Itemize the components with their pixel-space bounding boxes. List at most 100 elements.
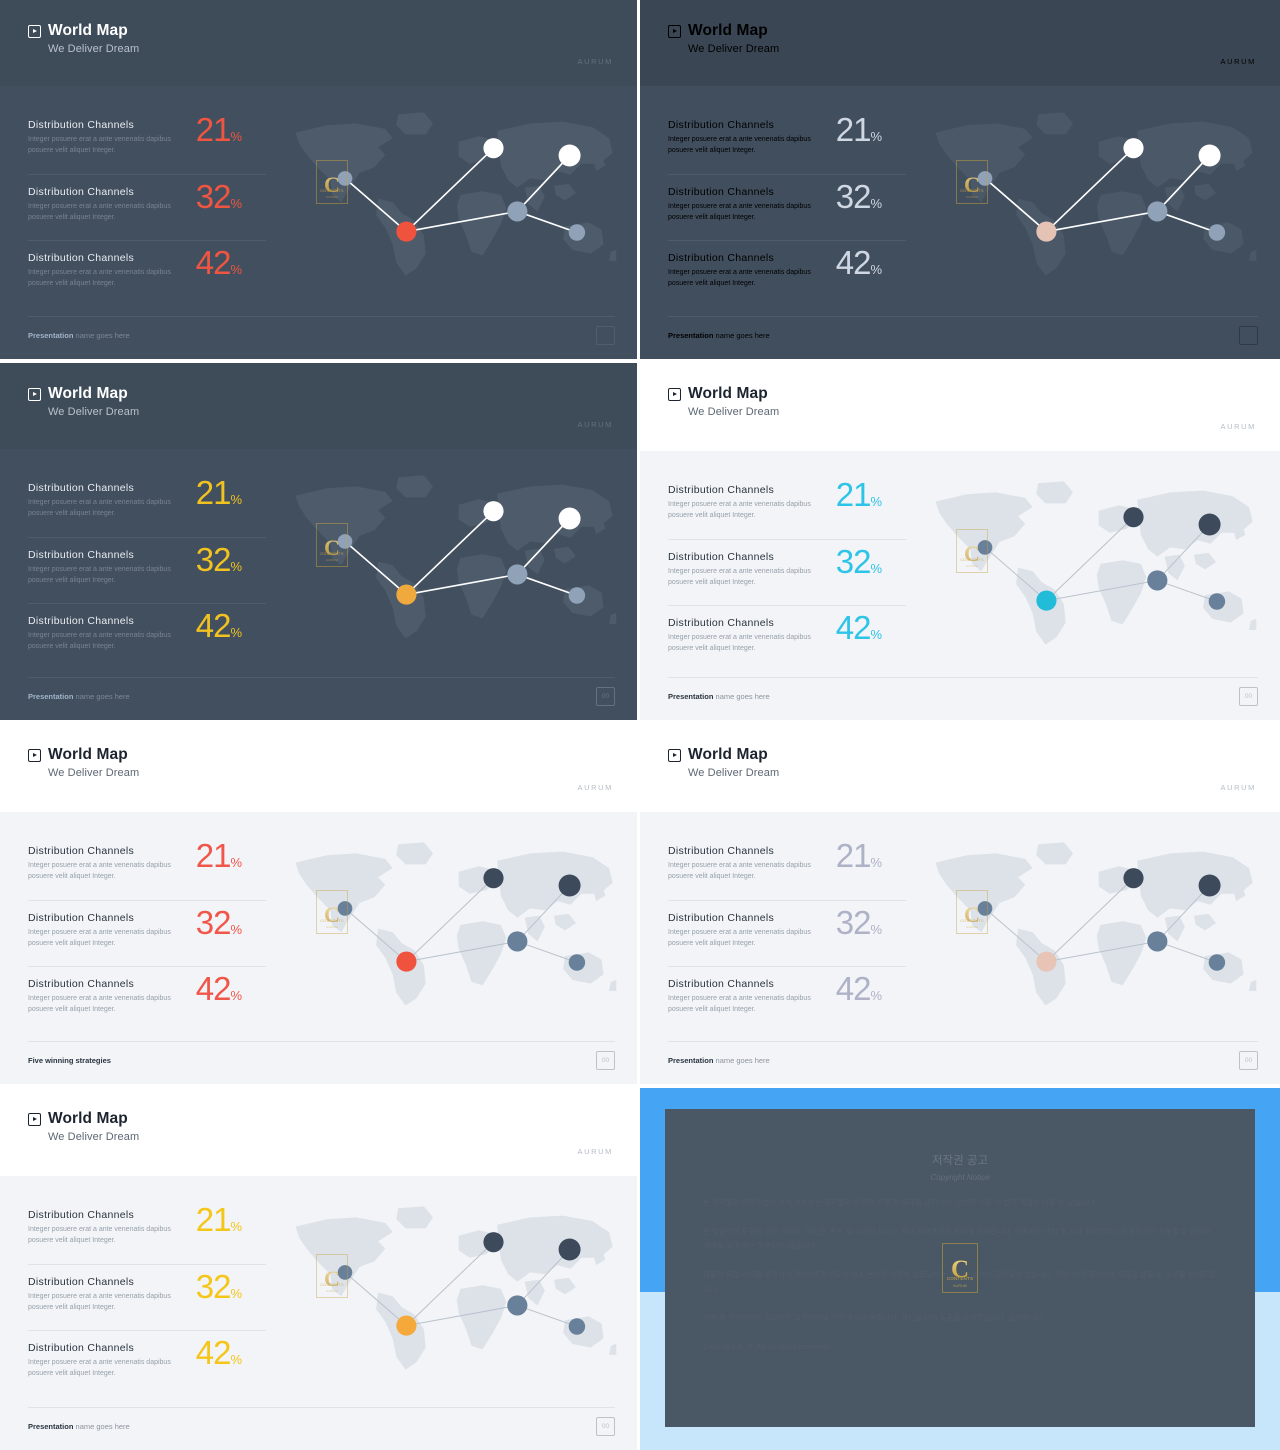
title-row: World Map [668,385,779,403]
title-row: World Map [668,22,779,40]
map-node-north-europe[interactable] [483,138,504,159]
watermark-line-2: AURUM [966,925,978,929]
stat-row: Distribution Channels Integer posuere er… [28,1264,266,1330]
stat-row: Distribution Channels Integer posuere er… [668,834,906,900]
brand-mark: AURUM [1220,422,1256,431]
stat-value: 32% [195,541,242,578]
stat-row: Distribution Channels Integer posuere er… [28,966,266,1032]
aurum-logo-watermark: C CONTENTS AURUM [942,1243,978,1293]
map-node-oceania[interactable] [568,587,586,604]
slide-header: World Map We Deliver Dream AURUM [0,724,637,812]
page-number-box[interactable] [596,326,615,345]
map-node-north-europe[interactable] [483,1232,504,1253]
map-node-south-america-hub[interactable] [396,221,417,242]
map-link [984,907,1047,963]
map-node-oceania[interactable] [1208,954,1226,971]
copyright-title-ko: 저작권 공고 [931,1155,989,1167]
stat-unit: % [870,855,882,870]
map-node-south-america-hub[interactable] [396,1315,417,1336]
map-node-north-europe[interactable] [1123,868,1144,889]
map-node-south-america-hub[interactable] [396,584,417,605]
map-node-south-america-hub[interactable] [1036,221,1057,242]
page-number-box[interactable]: 00 [1239,687,1258,706]
slide-3: World Map We Deliver Dream AURUM Distrib… [0,363,637,720]
stats-list: Distribution Channels Integer posuere er… [668,473,906,671]
stat-description: Integer posuere erat a ante venenatis da… [668,995,811,1014]
page-number-box[interactable]: 00 [596,1051,615,1070]
stat-description: Integer posuere erat a ante venenatis da… [668,634,811,653]
title-row: World Map [28,746,139,764]
map-node-north-europe[interactable] [483,501,504,522]
stat-description: Integer posuere erat a ante venenatis da… [28,1226,171,1245]
map-node-middle-east[interactable] [1147,201,1168,222]
map-link [344,1271,407,1327]
watermark-letter: C [324,901,340,927]
title-row: World Map [28,385,139,403]
map-node-north-europe[interactable] [1123,507,1144,528]
watermark-letter: C [964,901,980,927]
map-node-east-asia[interactable] [1198,144,1221,167]
slide-5: World Map We Deliver Dream AURUM Distrib… [0,724,637,1084]
map-node-middle-east[interactable] [507,564,528,585]
stat-value: 32% [835,543,882,580]
stat-description: Integer posuere erat a ante venenatis da… [668,136,811,155]
stat-value: 42% [835,244,882,281]
stats-list: Distribution Channels Integer posuere er… [668,108,906,306]
page-number-box[interactable]: 00 [596,687,615,706]
header-titles: World Map We Deliver Dream [668,385,779,418]
title-row: World Map [668,746,779,764]
map-node-south-america-hub[interactable] [1036,590,1057,611]
map-node-middle-east[interactable] [507,1295,528,1316]
map-node-oceania[interactable] [568,1318,586,1335]
stat-unit: % [230,988,242,1003]
map-node-oceania[interactable] [568,954,586,971]
stat-unit: % [230,1219,242,1234]
map-node-middle-east[interactable] [507,201,528,222]
stat-unit: % [870,494,882,509]
play-square-icon [668,24,681,38]
stat-description: Integer posuere erat a ante venenatis da… [28,995,171,1014]
footer-text: Presentation name goes here [28,1422,130,1431]
watermark-line-2: AURUM [966,564,978,568]
map-container: C CONTENTS AURUM [290,104,620,284]
map-node-east-asia[interactable] [1198,513,1221,536]
title-row: World Map [28,1110,139,1128]
copyright-paragraph: 사용 중 문의사항이 있으시면 고객센터로 연락 주시기 바랍니다. 최선을 다… [703,1313,1045,1323]
header-titles: World Map We Deliver Dream [28,1110,139,1143]
map-node-north-europe[interactable] [1123,138,1144,159]
map-node-oceania[interactable] [568,224,586,241]
stat-description: Integer posuere erat a ante venenatis da… [668,269,811,288]
stat-row: Distribution Channels Integer posuere er… [28,240,266,306]
map-node-middle-east[interactable] [507,931,528,952]
brand-mark: AURUM [1220,57,1256,66]
stat-value: 32% [195,904,242,941]
map-node-east-asia[interactable] [558,507,581,530]
map-node-south-america-hub[interactable] [396,951,417,972]
map-link [984,177,1048,233]
stats-list: Distribution Channels Integer posuere er… [28,1198,266,1396]
page-number-box[interactable]: 00 [1239,1051,1258,1070]
map-container: C CONTENTS AURUM [930,834,1260,1014]
stat-unit: % [230,855,242,870]
stat-description: Integer posuere erat a ante venenatis da… [28,269,171,288]
map-node-middle-east[interactable] [1147,931,1168,952]
stat-description: Integer posuere erat a ante venenatis da… [668,203,811,222]
map-node-east-asia[interactable] [558,874,581,897]
map-node-oceania[interactable] [1208,593,1226,610]
footer-text-bold: Five winning strategies [28,1056,111,1065]
stat-unit: % [870,922,882,937]
stat-unit: % [230,922,242,937]
map-node-middle-east[interactable] [1147,570,1168,591]
page-number-box[interactable] [1239,326,1258,345]
map-node-east-asia[interactable] [558,144,581,167]
map-node-east-asia[interactable] [1198,874,1221,897]
stats-list: Distribution Channels Integer posuere er… [28,471,266,669]
map-node-east-asia[interactable] [558,1238,581,1261]
copyright-card: 저작권 공고 Copyright Notice 본 저작물은 저작권법에 의해 … [665,1109,1255,1427]
map-node-oceania[interactable] [1208,224,1226,241]
page-number-box[interactable]: 00 [596,1417,615,1436]
stat-value: 42% [195,1334,242,1371]
map-node-south-america-hub[interactable] [1036,951,1057,972]
map-node-north-europe[interactable] [483,868,504,889]
page-subtitle: We Deliver Dream [48,1131,140,1143]
